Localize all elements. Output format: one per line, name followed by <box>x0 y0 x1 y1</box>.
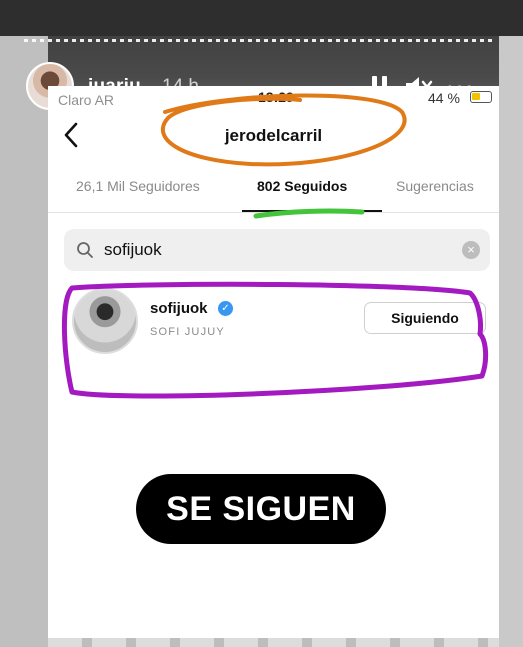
story-top-bar <box>0 0 523 36</box>
search-icon <box>77 242 93 258</box>
story-left-edge <box>0 36 48 647</box>
screenshot-content: Claro AR 18:29 44 % jerodelcarril 26,1 M… <box>48 86 499 638</box>
tab-followers[interactable]: 26,1 Mil Seguidores <box>76 178 200 194</box>
story-viewer: juariu 14 h ••• Claro AR 18:29 44 % jero… <box>0 0 523 647</box>
status-battery-percent: 44 % <box>428 90 460 106</box>
list-item[interactable]: sofijuok ✓ SOFI JUJUY Siguiendo <box>48 286 499 366</box>
verified-badge-icon: ✓ <box>218 301 233 316</box>
follow-tabs: 26,1 Mil Seguidores 802 Seguidos Sugeren… <box>48 178 499 212</box>
tab-following[interactable]: 802 Seguidos <box>257 178 347 194</box>
result-username[interactable]: sofijuok <box>150 300 208 317</box>
tab-suggestions[interactable]: Sugerencias <box>396 178 474 194</box>
search-bar[interactable]: sofijuok × <box>64 229 490 271</box>
following-button[interactable]: Siguiendo <box>364 302 486 334</box>
story-right-edge <box>499 36 523 647</box>
reply-bar-edge <box>48 638 499 647</box>
avatar[interactable] <box>72 288 138 354</box>
search-input[interactable]: sofijuok <box>104 240 162 260</box>
battery-icon <box>470 91 492 103</box>
story-progress-bar <box>24 39 494 42</box>
caption-sticker: SE SIGUEN <box>136 474 386 544</box>
tabs-divider <box>48 212 499 213</box>
result-full-name: SOFI JUJUY <box>150 326 225 338</box>
profile-username: jerodelcarril <box>224 126 323 145</box>
status-time: 18:29 <box>258 89 294 105</box>
status-carrier: Claro AR <box>58 92 115 108</box>
clear-icon[interactable]: × <box>462 241 480 259</box>
